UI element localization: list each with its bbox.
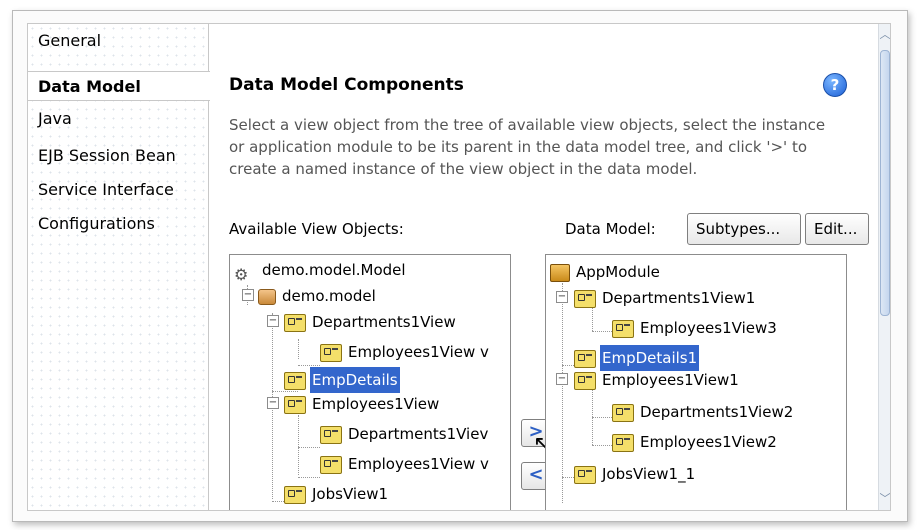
view-object-icon: [320, 343, 342, 362]
tree-connector: [562, 283, 563, 503]
nav-item-configurations[interactable]: Configurations: [28, 209, 208, 239]
tree-connector: [592, 387, 593, 445]
tree-node-view-instance[interactable]: Departments1View2: [612, 399, 795, 425]
available-view-objects-label: Available View Objects:: [229, 220, 404, 238]
vertical-scrollbar[interactable]: ︿ ﹀: [878, 24, 891, 510]
tree-node-package[interactable]: demo.model: [258, 283, 378, 309]
tree-node-view-instance[interactable]: Employees1View1: [574, 367, 741, 393]
tree-connector: [592, 417, 614, 418]
model-icon: ⚙: [234, 264, 249, 284]
view-object-icon: [284, 485, 306, 504]
scroll-down-icon[interactable]: ﹀: [879, 492, 891, 506]
tree-connector: [298, 477, 320, 478]
collapse-icon[interactable]: −: [267, 397, 279, 409]
scroll-up-icon[interactable]: ︿: [879, 28, 891, 42]
tree-node-view-instance[interactable]: Employees1View2: [612, 429, 779, 455]
nav-item-java[interactable]: Java: [28, 104, 208, 134]
main-panel: Data Model Components ? Select a view ob…: [209, 24, 869, 510]
collapse-icon[interactable]: −: [556, 291, 568, 303]
tree-connector: [298, 415, 299, 475]
edit-button[interactable]: Edit...: [805, 213, 869, 245]
nav-item-general[interactable]: General: [28, 26, 208, 56]
data-model-label: Data Model:: [565, 220, 656, 238]
collapse-icon[interactable]: −: [267, 315, 279, 327]
tree-connector: [592, 331, 614, 332]
view-object-icon: [284, 313, 306, 332]
tree-node-view-link[interactable]: Employees1View v: [320, 339, 491, 365]
view-instance-icon: [574, 289, 596, 308]
scrollbar-thumb[interactable]: [880, 50, 890, 316]
page-title: Data Model Components: [229, 75, 464, 95]
collapse-icon[interactable]: −: [556, 373, 568, 385]
tree-node-app-module[interactable]: AppModule: [550, 259, 662, 285]
sidebar-nav: General Data Model Java EJB Session Bean…: [28, 24, 210, 510]
view-instance-icon: [574, 371, 596, 390]
tree-node-view-instance[interactable]: JobsView1_1: [574, 461, 697, 487]
tree-node-view-instance[interactable]: Employees1View3: [612, 315, 779, 341]
tree-node-view-object-selected[interactable]: EmpDetails: [284, 367, 400, 393]
app-module-icon: [550, 263, 570, 282]
view-object-icon: [284, 371, 306, 390]
view-instance-icon: [612, 319, 634, 338]
nav-item-data-model[interactable]: Data Model: [28, 71, 210, 101]
view-object-icon: [320, 425, 342, 444]
tree-connector: [298, 339, 299, 359]
package-icon: [258, 288, 276, 305]
view-instance-icon: [612, 403, 634, 422]
data-model-tree[interactable]: AppModule − Departments1View1 Employees1…: [545, 254, 847, 510]
nav-item-ejb-session-bean[interactable]: EJB Session Bean: [28, 141, 208, 171]
collapse-icon[interactable]: −: [242, 289, 254, 301]
available-view-objects-tree[interactable]: ⚙ demo.model.Model − demo.model − Departm…: [229, 254, 511, 510]
view-instance-icon: [574, 465, 596, 484]
tree-connector: [298, 447, 320, 448]
tree-node-view-object[interactable]: Employees1View: [284, 391, 441, 417]
instructions-text: Select a view object from the tree of av…: [229, 116, 826, 178]
create-app-module-dialog: General Data Model Java EJB Session Bean…: [27, 23, 891, 511]
tree-node-view-instance[interactable]: Departments1View1: [574, 285, 757, 311]
tree-connector: [298, 365, 320, 366]
view-instance-icon: [574, 349, 596, 368]
tree-node-view-object[interactable]: Departments1View: [284, 309, 458, 335]
tree-node-view-object[interactable]: JobsView1: [284, 481, 390, 507]
view-instance-icon: [612, 433, 634, 452]
tree-node-root[interactable]: ⚙ demo.model.Model: [234, 257, 408, 284]
view-object-icon: [320, 455, 342, 474]
tree-connector: [592, 445, 614, 446]
dialog-frame: General Data Model Java EJB Session Bean…: [12, 10, 908, 522]
view-object-icon: [284, 395, 306, 414]
subtypes-button[interactable]: Subtypes...: [687, 213, 801, 245]
tree-node-view-link[interactable]: Employees1View v: [320, 451, 491, 477]
help-icon[interactable]: ?: [823, 73, 847, 97]
tree-node-view-link[interactable]: Departments1Viev: [320, 421, 490, 447]
nav-item-service-interface[interactable]: Service Interface: [28, 175, 208, 205]
